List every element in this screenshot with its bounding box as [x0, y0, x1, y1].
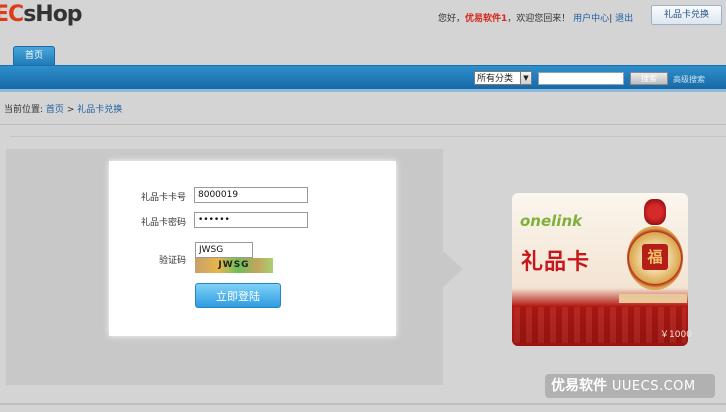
- breadcrumb-current-link[interactable]: 礼品卡兑换: [77, 105, 122, 115]
- search-button[interactable]: 搜索: [630, 72, 668, 85]
- tab-home[interactable]: 首页: [13, 46, 55, 66]
- captcha-image[interactable]: JWSG: [195, 258, 273, 273]
- card-number-input[interactable]: [194, 187, 308, 203]
- ecshop-logo[interactable]: ECsHop: [0, 2, 83, 27]
- divider: [10, 136, 726, 137]
- captcha-input[interactable]: [195, 242, 253, 258]
- login-button[interactable]: 立即登陆: [195, 283, 281, 308]
- card-password-input[interactable]: [194, 212, 308, 228]
- link-separator: |: [609, 14, 613, 24]
- logo-prefix: EC: [0, 2, 24, 27]
- nav-bar-border: [0, 89, 726, 92]
- search-input[interactable]: [538, 72, 624, 85]
- greeting-text: 您好，: [438, 14, 466, 24]
- watermark: 优易软件 UUECS.COM: [545, 374, 715, 398]
- gift-card-exchange-button[interactable]: 礼品卡兑换: [651, 5, 722, 25]
- username: 优易软件1: [465, 14, 508, 24]
- card-number-label: 礼品卡卡号: [140, 193, 186, 203]
- panel-arrow-icon: [443, 251, 463, 287]
- card-value: ￥1000: [660, 330, 692, 340]
- fu-icon: 福: [642, 244, 668, 270]
- logout-link[interactable]: 退出: [615, 14, 633, 24]
- breadcrumb: 当前位置: 首页 > 礼品卡兑换: [4, 102, 122, 115]
- ribbon-icon: [619, 294, 687, 303]
- card-title: 礼品卡: [521, 249, 591, 275]
- divider: [0, 124, 726, 125]
- breadcrumb-prefix: 当前位置:: [4, 105, 44, 115]
- captcha-label: 验证码: [158, 256, 186, 266]
- chevron-down-icon[interactable]: ▼: [520, 71, 532, 85]
- divider: [0, 403, 726, 405]
- watermark-text: 优易软件: [551, 378, 607, 394]
- welcome-text: ，欢迎您回来！: [507, 14, 571, 24]
- advanced-search-link[interactable]: 高级搜索: [673, 74, 705, 85]
- logo-rest: sHop: [23, 2, 82, 27]
- breadcrumb-home-link[interactable]: 首页: [46, 105, 64, 115]
- bow-icon: [644, 199, 666, 225]
- card-brand: onelink: [520, 212, 583, 230]
- breadcrumb-arrow-icon: >: [66, 105, 75, 115]
- watermark-domain: UUECS.COM: [611, 379, 696, 394]
- card-password-label: 礼品卡密码: [140, 218, 186, 228]
- top-links: 您好，优易软件1，欢迎您回来！ 用户中心| 退出: [438, 11, 633, 24]
- user-center-link[interactable]: 用户中心: [573, 14, 609, 24]
